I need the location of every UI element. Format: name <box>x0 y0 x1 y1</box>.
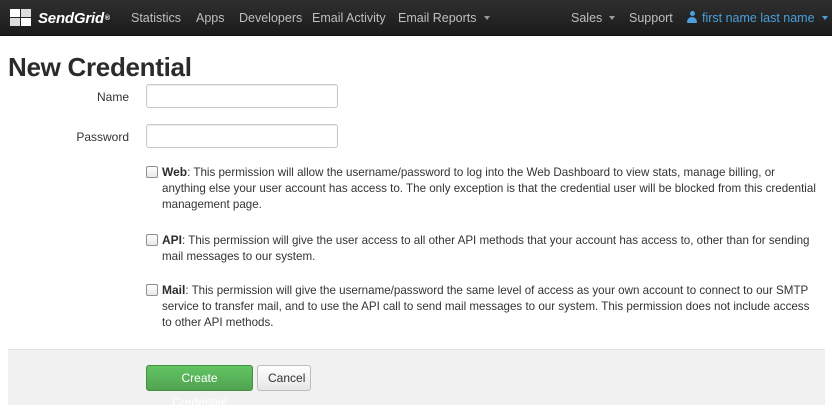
brand-name: SendGrid <box>38 9 104 27</box>
nav-user-label: first name last name <box>702 11 815 25</box>
nav-email-reports-label: Email Reports <box>398 11 477 25</box>
permission-mail-description: : This permission will give the username… <box>162 284 810 329</box>
nav-email-activity-label: Email Activity <box>312 11 386 25</box>
sendgrid-logo[interactable]: SendGrid ® <box>8 7 110 29</box>
name-input[interactable] <box>146 84 338 108</box>
nav-support-label: Support <box>629 11 673 25</box>
nav-developers[interactable]: Developers <box>239 0 302 36</box>
nav-sales[interactable]: Sales <box>571 0 616 36</box>
registered-mark: ® <box>104 14 111 22</box>
permission-mail-text: Mail: This permission will give the user… <box>162 282 822 331</box>
name-label: Name <box>96 90 129 104</box>
nav-sales-label: Sales <box>571 11 603 25</box>
nav-user-menu[interactable]: first name last name <box>687 0 828 36</box>
top-navbar: SendGrid ® Statistics Apps Developers Ema… <box>0 0 832 36</box>
password-input[interactable] <box>146 124 338 148</box>
form-actions: Create Credential Cancel <box>8 349 825 409</box>
user-icon <box>687 11 697 23</box>
cancel-button[interactable]: Cancel <box>257 365 311 391</box>
permission-web-name: Web <box>162 165 188 179</box>
nav-developers-label: Developers <box>239 11 303 25</box>
permission-api-name: API <box>162 233 183 247</box>
nav-apps-label: Apps <box>196 11 225 25</box>
mail-permission-checkbox[interactable] <box>146 284 158 296</box>
permission-api-text: API: This permission will give the user … <box>162 232 822 265</box>
create-credential-button[interactable]: Create Credential <box>146 365 253 409</box>
nav-email-reports[interactable]: Email Reports <box>398 0 490 36</box>
chevron-down-icon <box>821 15 828 20</box>
permission-mail: Mail: This permission will give the user… <box>146 282 822 331</box>
web-permission-checkbox[interactable] <box>146 166 158 178</box>
permission-mail-name: Mail <box>162 283 186 297</box>
permission-api: API: This permission will give the user … <box>146 232 822 265</box>
password-label: Password <box>76 130 129 144</box>
permission-web-description: : This permission will allow the usernam… <box>162 166 816 211</box>
nav-support[interactable]: Support <box>629 0 673 36</box>
permission-web-text: Web: This permission will allow the user… <box>162 164 822 213</box>
nav-statistics-label: Statistics <box>131 11 182 25</box>
nav-email-activity[interactable]: Email Activity <box>312 0 386 36</box>
sendgrid-logo-icon <box>10 9 31 26</box>
permission-api-description: : This permission will give the user acc… <box>162 234 810 263</box>
nav-apps[interactable]: Apps <box>196 0 225 36</box>
chevron-down-icon <box>483 15 490 20</box>
api-permission-checkbox[interactable] <box>146 234 158 246</box>
page-title: New Credential <box>8 52 192 82</box>
permission-web: Web: This permission will allow the user… <box>146 164 822 213</box>
chevron-down-icon <box>609 15 616 20</box>
nav-statistics[interactable]: Statistics <box>131 0 181 36</box>
